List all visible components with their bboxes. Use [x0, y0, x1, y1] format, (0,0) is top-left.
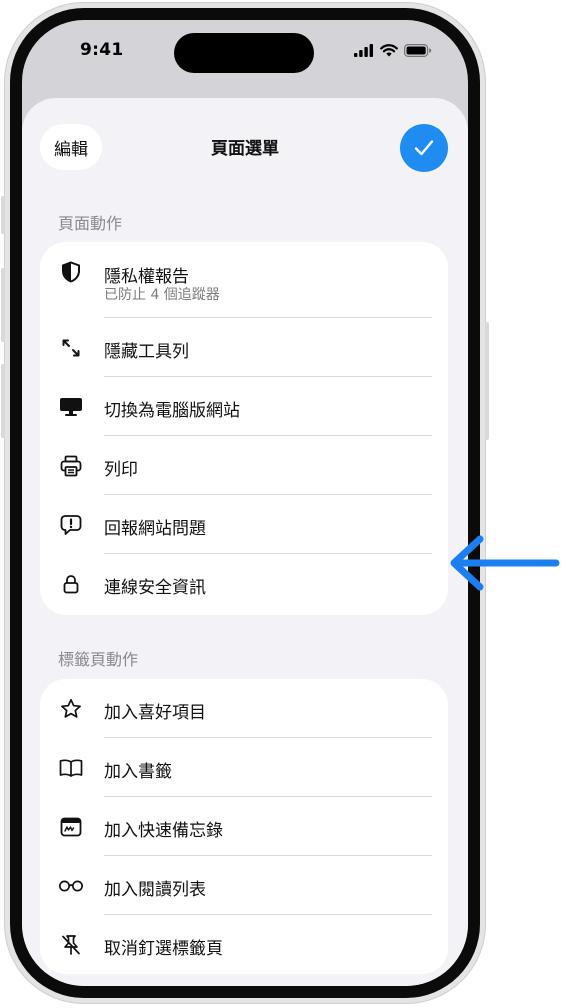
unpin-icon — [58, 915, 84, 974]
done-button[interactable] — [400, 124, 448, 172]
menu-item-label: 列印 — [104, 460, 138, 480]
section-header-tab-actions: 標籤頁動作 — [58, 650, 139, 669]
volume-down-button — [1, 364, 5, 438]
battery-icon — [404, 44, 432, 57]
menu-item-label: 加入快速備忘錄 — [104, 821, 223, 841]
menu-item-unpin-tab[interactable]: 取消釘選標籤頁 — [40, 915, 448, 974]
menu-item-desktop-site[interactable]: 切換為電腦版網站 — [40, 377, 448, 436]
quick-note-icon — [58, 797, 84, 856]
lock-icon — [58, 554, 84, 613]
menu-item-label: 連線安全資訊 — [104, 578, 206, 598]
menu-item-label: 切換為電腦版網站 — [104, 401, 240, 421]
cellular-signal-icon — [354, 44, 373, 57]
book-icon — [58, 738, 84, 797]
wifi-icon — [380, 44, 398, 57]
mute-switch — [1, 196, 5, 234]
menu-item-label: 加入喜好項目 — [104, 703, 206, 723]
status-time: 9:41 — [80, 40, 124, 60]
desktop-icon — [58, 377, 84, 436]
volume-up-button — [1, 268, 5, 342]
menu-item-add-reading-list[interactable]: 加入閱讀列表 — [40, 856, 448, 915]
menu-item-add-bookmark[interactable]: 加入書籤 — [40, 738, 448, 797]
printer-icon — [58, 436, 84, 495]
tab-actions-group: 加入喜好項目 加入書籤 加入快速備忘錄 加入閱讀列表 取消釘選標籤頁 — [40, 679, 448, 974]
menu-item-hide-toolbar[interactable]: 隱藏工具列 — [40, 318, 448, 377]
menu-item-label: 隱藏工具列 — [104, 342, 189, 362]
menu-item-label: 回報網站問題 — [104, 519, 206, 539]
report-bubble-icon — [58, 495, 84, 554]
shield-icon — [58, 242, 84, 301]
menu-item-add-favorite[interactable]: 加入喜好項目 — [40, 679, 448, 738]
status-bar: 9:41 — [22, 20, 468, 90]
screen: 9:41 編輯 頁面選單 頁面動作 隱私權報告 已防止 4 個追蹤器 隱藏工具列… — [22, 20, 468, 986]
page-actions-group: 隱私權報告 已防止 4 個追蹤器 隱藏工具列 切換為電腦版網站 列印 回報網站問… — [40, 242, 448, 615]
glasses-icon — [58, 856, 84, 915]
menu-item-connection-security[interactable]: 連線安全資訊 — [40, 554, 448, 613]
section-header-page-actions: 頁面動作 — [58, 214, 123, 233]
menu-item-privacy-report[interactable]: 隱私權報告 已防止 4 個追蹤器 — [40, 242, 448, 318]
page-menu-sheet: 編輯 頁面選單 頁面動作 隱私權報告 已防止 4 個追蹤器 隱藏工具列 切換為電… — [22, 98, 468, 986]
menu-item-label: 加入書籤 — [104, 762, 172, 782]
dynamic-island — [174, 33, 314, 73]
menu-item-label: 取消釘選標籤頁 — [104, 939, 223, 959]
menu-item-report-issue[interactable]: 回報網站問題 — [40, 495, 448, 554]
menu-item-add-quick-note[interactable]: 加入快速備忘錄 — [40, 797, 448, 856]
callout-arrow-icon — [450, 535, 560, 591]
power-button — [485, 322, 489, 440]
menu-item-print[interactable]: 列印 — [40, 436, 448, 495]
checkmark-icon — [414, 140, 434, 156]
tracker-count-text: 已防止 4 個追蹤器 — [104, 287, 220, 303]
menu-item-label: 加入閱讀列表 — [104, 880, 206, 900]
star-icon — [58, 679, 84, 738]
status-icons — [354, 44, 432, 57]
collapse-arrows-icon — [58, 318, 84, 377]
